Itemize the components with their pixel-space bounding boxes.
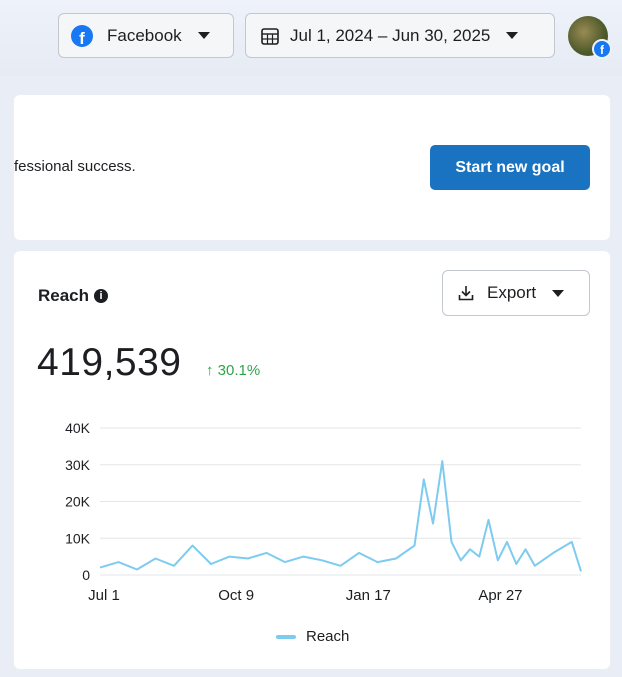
legend-label: Reach — [306, 628, 350, 645]
calendar-icon — [261, 27, 279, 45]
platform-label: Facebook — [107, 25, 182, 45]
legend-swatch — [276, 634, 296, 639]
chart-legend: Reach — [276, 628, 349, 645]
y-tick-label: 10K — [65, 530, 91, 546]
goal-card: fessional success. Start new goal — [14, 95, 610, 240]
chevron-down-icon — [197, 32, 210, 39]
chevron-down-icon — [506, 32, 519, 39]
platform-selector-button[interactable]: f Facebook — [58, 13, 234, 58]
top-toolbar: f Facebook Jul 1, 2024 – Jun 30, 2025 f — [0, 0, 622, 76]
reach-line-chart: 0 10K 20K 30K 40K Jul 1 Oct 9 Jan 17 Apr 27 — [65, 420, 582, 604]
date-range-button[interactable]: Jul 1, 2024 – Jun 30, 2025 — [245, 13, 555, 58]
date-range-label: Jul 1, 2024 – Jun 30, 2025 — [290, 25, 491, 45]
y-tick-label: 30K — [65, 457, 91, 473]
x-tick-label: Apr 27 — [478, 587, 522, 604]
x-tick-label: Oct 9 — [218, 587, 254, 604]
x-tick-label: Jan 17 — [346, 587, 391, 604]
y-tick-label: 40K — [65, 420, 91, 436]
y-tick-label: 0 — [82, 567, 90, 583]
y-tick-label: 20K — [65, 494, 91, 510]
facebook-badge-icon: f — [592, 39, 612, 59]
reach-card: Reach i Export 419,539 ↑ 30.1% 0 10K 20K 30… — [14, 251, 610, 669]
series-line-reach — [99, 460, 582, 572]
goal-description: fessional success. — [14, 158, 136, 175]
facebook-icon: f — [71, 24, 93, 47]
profile-avatar[interactable]: f — [568, 16, 612, 59]
start-new-goal-button[interactable]: Start new goal — [430, 145, 590, 190]
x-tick-label: Jul 1 — [88, 587, 120, 604]
